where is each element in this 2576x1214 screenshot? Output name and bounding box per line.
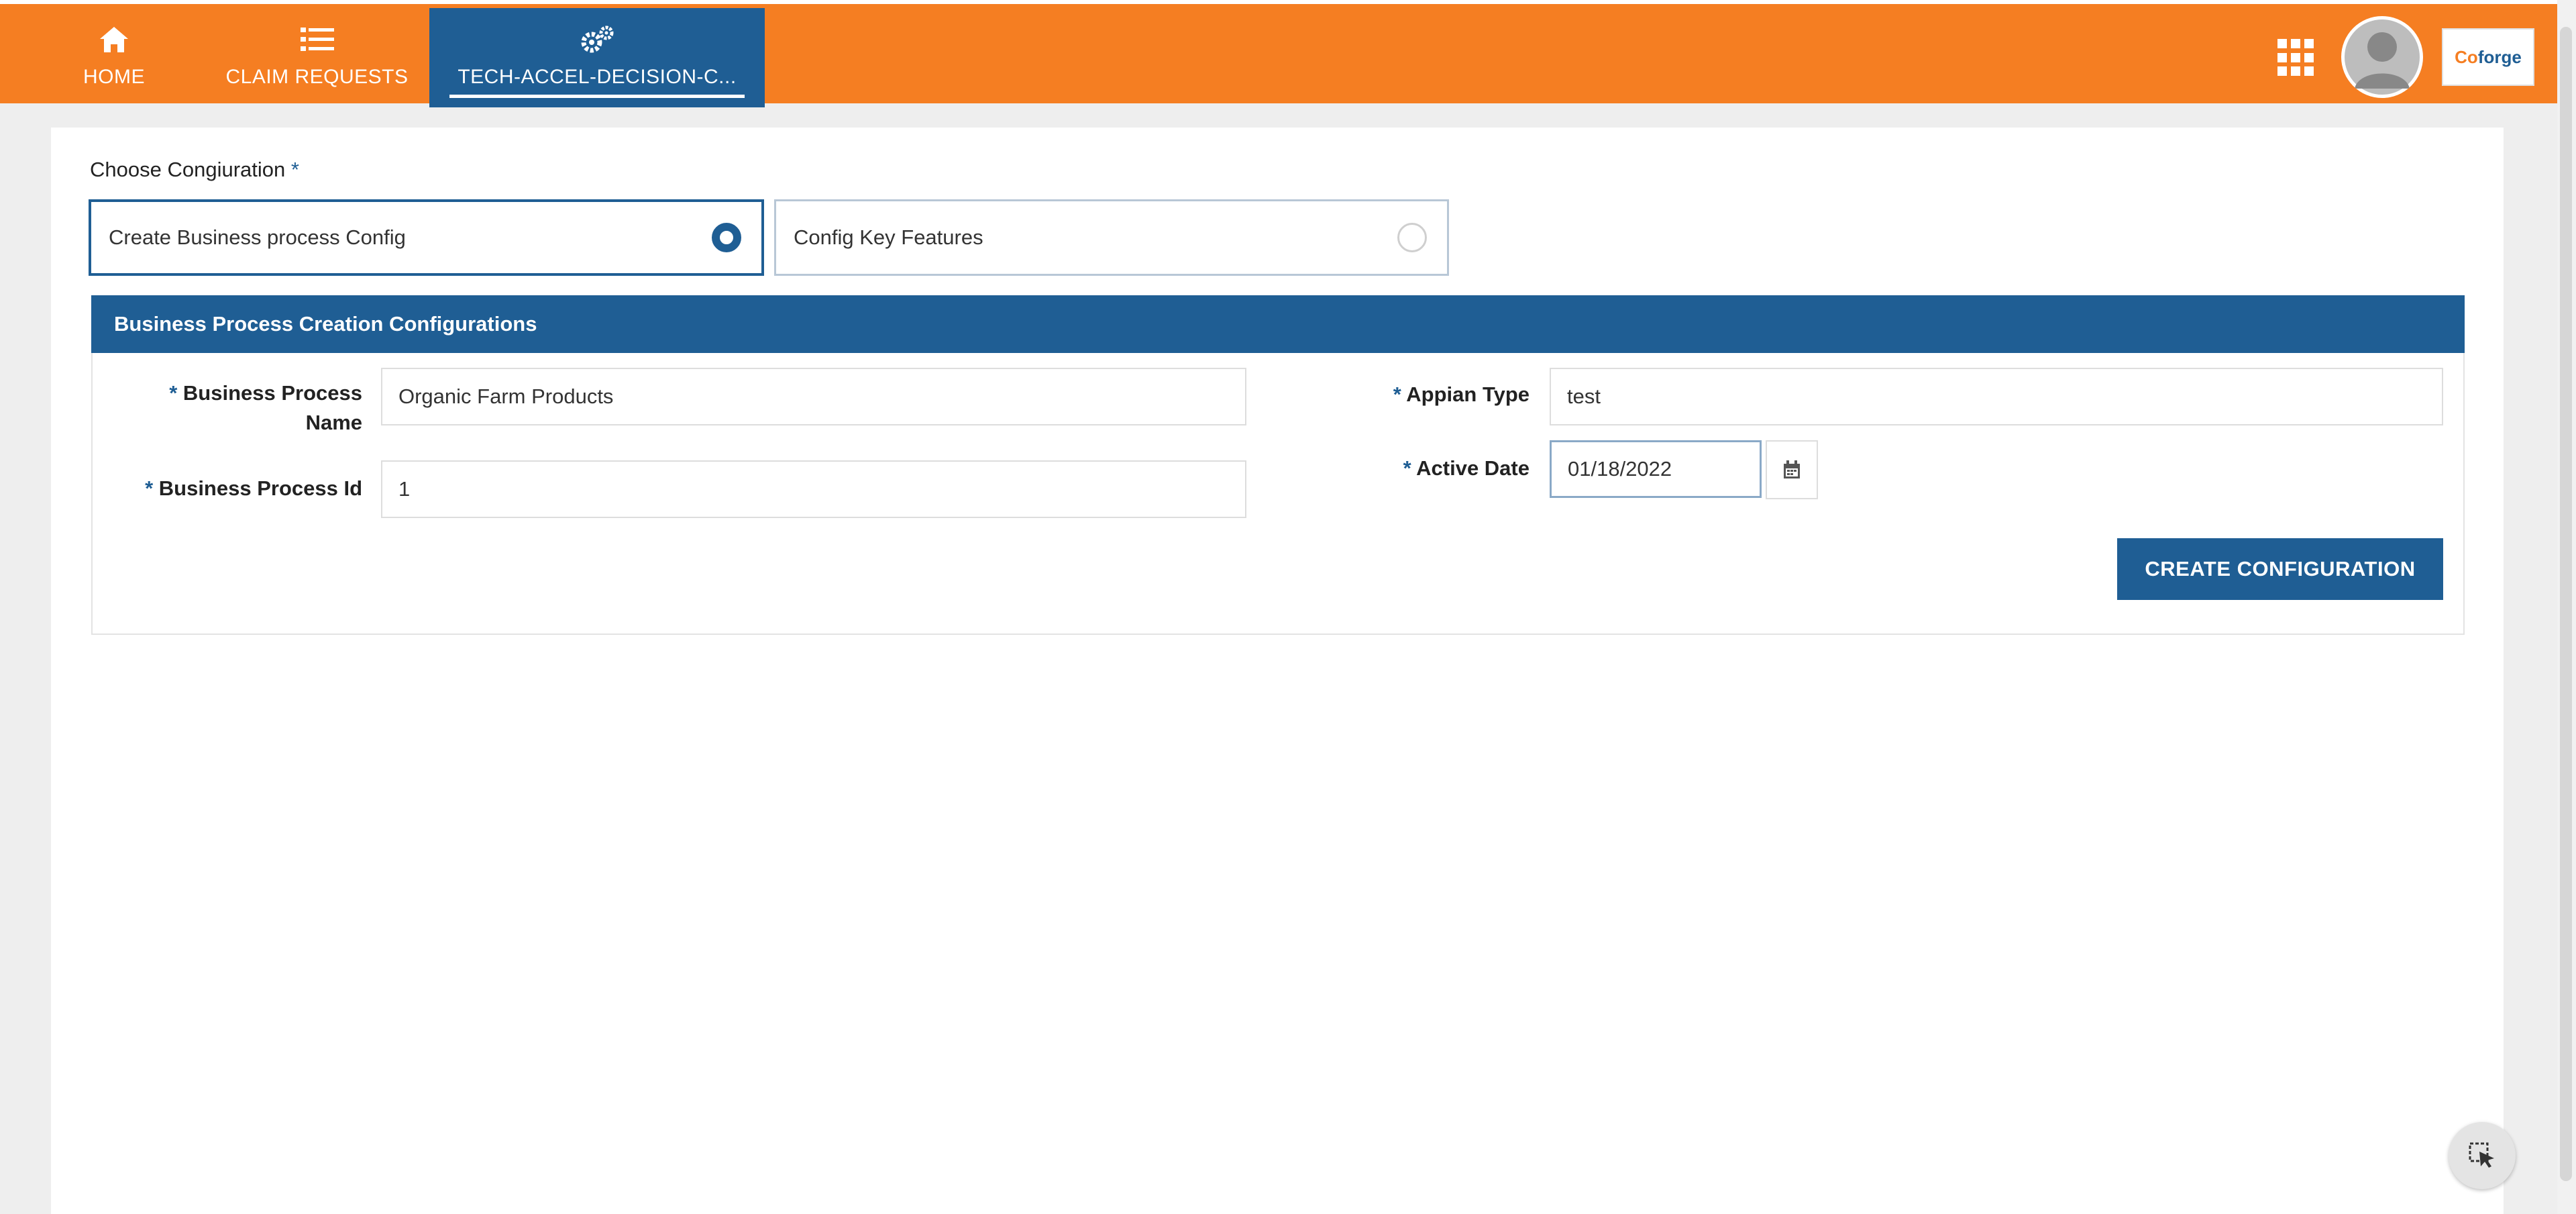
business-process-id-input[interactable]: 1 <box>381 460 1246 518</box>
main-panel <box>51 128 2504 1214</box>
tab-home[interactable]: HOME <box>60 8 168 107</box>
gears-icon <box>578 23 616 56</box>
calendar-icon[interactable] <box>1766 440 1818 499</box>
option-label: Config Key Features <box>794 225 983 249</box>
active-tab-indicator <box>449 95 745 98</box>
tab-tech-accel-decision[interactable]: TECH-ACCEL-DECISION-C... <box>429 8 765 107</box>
active-date-label: * Active Date <box>1403 456 1529 480</box>
tab-claim-requests[interactable]: CLAIM REQUESTS <box>215 8 419 107</box>
cursor-select-icon[interactable] <box>2449 1122 2516 1189</box>
tab-home-label: HOME <box>83 66 145 88</box>
user-avatar[interactable] <box>2341 16 2423 98</box>
business-process-name-label: * Business Process Name <box>169 381 362 434</box>
tab-claim-requests-label: CLAIM REQUESTS <box>225 66 409 88</box>
radio-unselected-icon[interactable] <box>1397 223 1427 252</box>
coforge-logo: Co forge <box>2442 28 2534 86</box>
radio-selected-icon[interactable] <box>712 223 741 252</box>
list-icon <box>300 23 334 56</box>
choose-configuration-label: Choose Congiuration * <box>90 158 299 181</box>
scrollbar-thumb[interactable] <box>2560 27 2572 1181</box>
top-nav-bar: HOME CLAIM REQUESTS TECH-ACCEL-DECISION-… <box>0 0 2576 107</box>
section-header: Business Process Creation Configurations <box>91 295 2465 353</box>
tab-tech-accel-decision-label: TECH-ACCEL-DECISION-C... <box>458 66 737 88</box>
appian-type-label: * Appian Type <box>1393 383 1529 406</box>
option-create-business-process-config[interactable]: Create Business process Config <box>89 199 764 276</box>
app-grid-icon[interactable] <box>2277 39 2315 77</box>
home-icon <box>99 23 129 56</box>
create-configuration-button[interactable]: CREATE CONFIGURATION <box>2117 538 2443 600</box>
business-process-name-input[interactable]: Organic Farm Products <box>381 368 1246 425</box>
active-date-input[interactable]: 01/18/2022 <box>1550 440 1762 498</box>
appian-type-input[interactable]: test <box>1550 368 2443 425</box>
option-label: Create Business process Config <box>109 225 406 249</box>
business-process-id-label: * Business Process Id <box>145 476 362 500</box>
option-config-key-features[interactable]: Config Key Features <box>774 199 1449 276</box>
